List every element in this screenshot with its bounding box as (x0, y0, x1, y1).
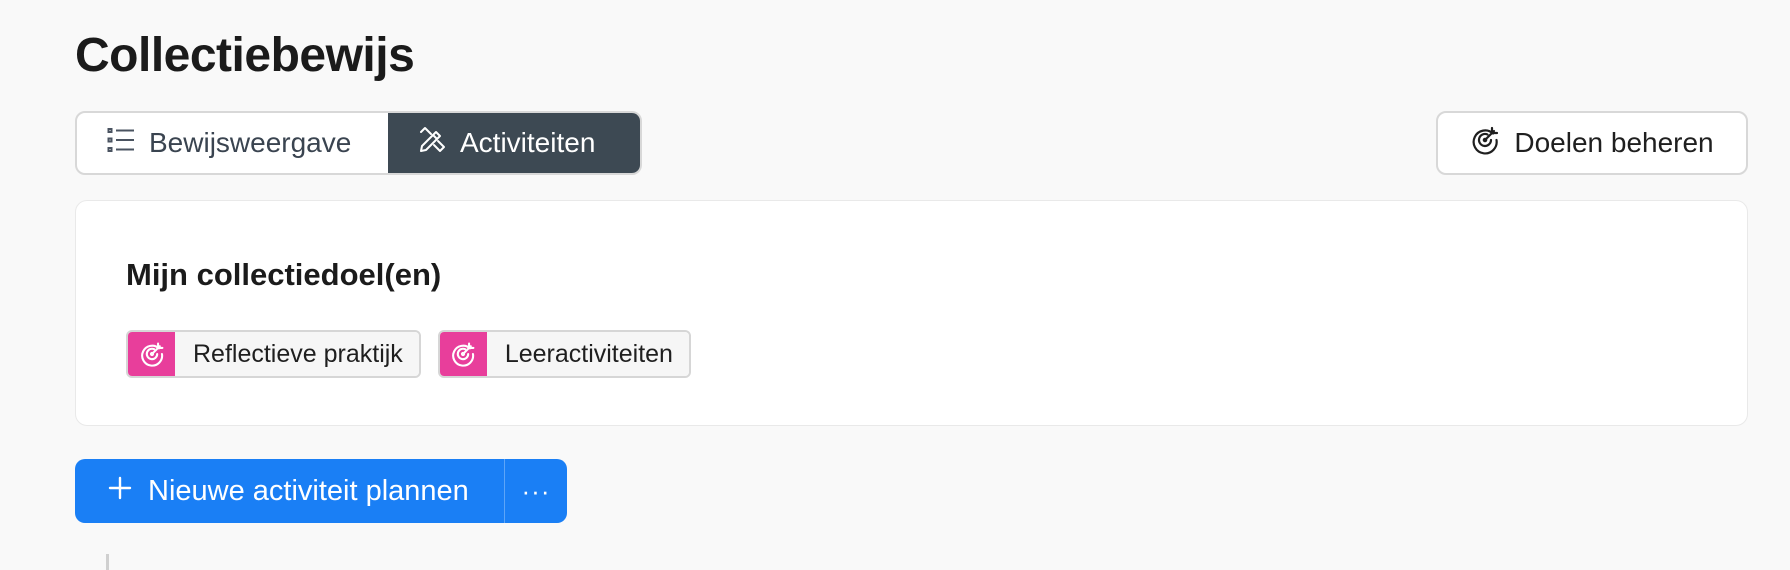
tab-activiteiten-label: Activiteiten (460, 127, 596, 158)
tab-bewijsweergave-label: Bewijsweergave (149, 127, 352, 158)
target-icon (439, 332, 487, 376)
new-activity-label: Nieuwe activiteit plannen (148, 474, 469, 507)
goal-chip-label: Reflectieve praktijk (175, 332, 419, 376)
list-icon (107, 127, 135, 160)
manage-goals-button[interactable]: Doelen beheren (1436, 111, 1748, 175)
page-title: Collectiebewijs (75, 29, 415, 82)
goals-card-title: Mijn collectiedoel(en) (126, 257, 442, 292)
page: Collectiebewijs Bewijsweergave Activitei… (0, 0, 1790, 570)
timeline-line (106, 554, 109, 570)
plus-icon (108, 475, 132, 508)
tools-icon (418, 126, 446, 161)
target-icon (1470, 125, 1500, 162)
tab-activiteiten[interactable]: Activiteiten (388, 113, 640, 173)
goal-chip-reflectieve-praktijk[interactable]: Reflectieve praktijk (126, 330, 421, 378)
ellipsis-icon: ··· (521, 475, 551, 506)
manage-goals-label: Doelen beheren (1514, 127, 1714, 158)
more-options-button[interactable]: ··· (505, 459, 567, 523)
goals-list: Reflectieve praktijk Leeractiviteiten (126, 330, 691, 378)
goal-chip-label: Leeractiviteiten (486, 332, 689, 376)
tab-bewijsweergave[interactable]: Bewijsweergave (77, 113, 388, 173)
view-toggle: Bewijsweergave Activiteiten (75, 111, 642, 175)
goal-chip-leeractiviteiten[interactable]: Leeractiviteiten (437, 330, 691, 378)
goals-card: Mijn collectiedoel(en) Reflectieve prakt… (75, 200, 1748, 426)
target-icon (128, 332, 175, 376)
new-activity-split-button: Nieuwe activiteit plannen ··· (75, 459, 567, 523)
new-activity-button[interactable]: Nieuwe activiteit plannen (75, 459, 505, 523)
